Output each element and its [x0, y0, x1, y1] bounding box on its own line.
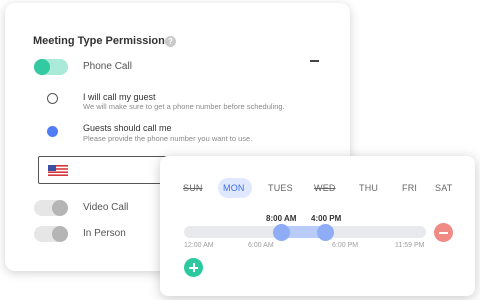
range-end-handle[interactable] [317, 224, 334, 241]
phone-call-label: Phone Call [83, 61, 132, 72]
add-range-button[interactable] [184, 258, 203, 277]
radio-guests-call-me-description: Please provide the phone number you want… [83, 134, 253, 143]
phone-call-toggle[interactable] [34, 59, 68, 75]
range-start-label: 8:00 AM [266, 214, 297, 223]
range-end-label: 4:00 PM [311, 214, 342, 223]
tick-label: 11:59 PM [395, 242, 425, 249]
collapse-icon[interactable] [310, 60, 319, 62]
radio-call-guest-title: I will call my guest [83, 92, 156, 102]
permissions-title: Meeting Type Permissions [33, 35, 171, 47]
day-sat[interactable]: SAT [435, 183, 452, 193]
in-person-toggle[interactable] [34, 226, 68, 242]
day-sun[interactable]: SUN [183, 183, 203, 193]
radio-guests-call-me[interactable] [47, 126, 58, 137]
radio-guests-call-me-title: Guests should call me [83, 123, 172, 133]
toggle-knob [52, 226, 68, 242]
tick-label: 12:00 AM [184, 242, 214, 249]
tick-label: 6:00 PM [332, 242, 359, 249]
toggle-knob [52, 200, 68, 216]
day-mon[interactable]: MON [223, 183, 245, 193]
help-icon[interactable]: ? [165, 36, 176, 47]
toggle-knob [34, 59, 50, 75]
video-call-toggle[interactable] [34, 200, 68, 216]
tick-label: 6:00 AM [248, 242, 274, 249]
remove-range-button[interactable] [434, 223, 453, 242]
day-fri[interactable]: FRI [402, 183, 417, 193]
us-flag-icon[interactable] [48, 165, 68, 176]
radio-call-guest-description: We will make sure to get a phone number … [83, 102, 285, 111]
day-wed[interactable]: WED [314, 183, 336, 193]
day-thu[interactable]: THU [359, 183, 378, 193]
range-start-handle[interactable] [273, 224, 290, 241]
day-tues[interactable]: TUES [268, 183, 293, 193]
video-call-label: Video Call [83, 202, 129, 213]
in-person-label: In Person [83, 228, 126, 239]
radio-call-guest[interactable] [47, 93, 58, 104]
